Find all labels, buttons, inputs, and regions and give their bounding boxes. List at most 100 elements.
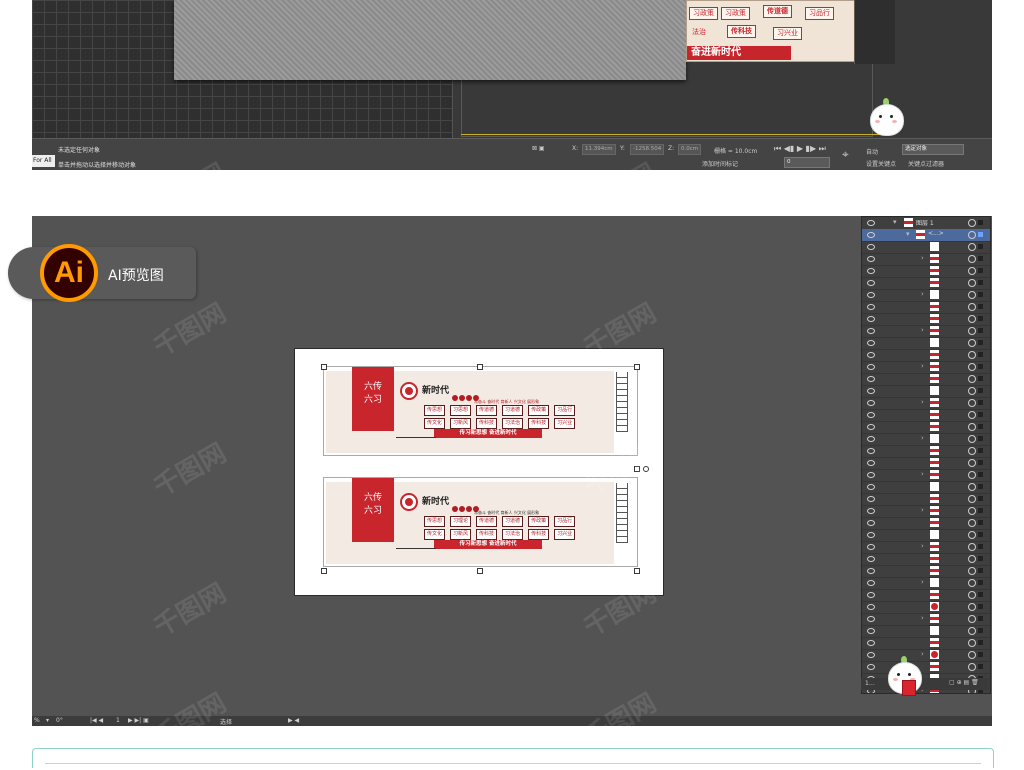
eye-icon[interactable] xyxy=(867,568,875,574)
eye-icon[interactable] xyxy=(867,352,875,358)
eye-icon[interactable] xyxy=(867,448,875,454)
eye-icon[interactable] xyxy=(867,532,875,538)
target-icon[interactable] xyxy=(968,543,976,551)
chevron-right-icon[interactable]: › xyxy=(921,614,924,622)
eye-icon[interactable] xyxy=(867,472,875,478)
selection-square[interactable] xyxy=(978,436,983,441)
target-icon[interactable] xyxy=(968,495,976,503)
target-icon[interactable] xyxy=(968,459,976,467)
target-icon[interactable] xyxy=(968,603,976,611)
eye-icon[interactable] xyxy=(867,628,875,634)
target-icon[interactable] xyxy=(968,399,976,407)
y-coord-field[interactable]: -1258.504 xyxy=(630,144,665,155)
playback-controls[interactable]: ⏮ ◀▮ ▶ ▮▶ ⏭ xyxy=(774,144,826,154)
eye-icon[interactable] xyxy=(867,436,875,442)
eye-icon[interactable] xyxy=(867,592,875,598)
selection-square[interactable] xyxy=(978,412,983,417)
selection-square[interactable] xyxy=(978,484,983,489)
target-icon[interactable] xyxy=(968,507,976,515)
chevron-right-icon[interactable]: › xyxy=(921,326,924,334)
selection-square[interactable] xyxy=(978,268,983,273)
frame-field[interactable]: 0 xyxy=(784,157,830,168)
eye-icon[interactable] xyxy=(867,220,875,226)
target-icon[interactable] xyxy=(968,231,976,239)
target-icon[interactable] xyxy=(968,555,976,563)
target-icon[interactable] xyxy=(968,279,976,287)
eye-icon[interactable] xyxy=(867,400,875,406)
rotation-readout[interactable]: 0° xyxy=(56,717,63,724)
layers-panel[interactable]: ▾ 图层 1 ▾ <...> › › › › › › › › › › › › › xyxy=(861,216,991,694)
selection-square[interactable] xyxy=(978,496,983,501)
eye-icon[interactable] xyxy=(867,388,875,394)
selection-handle[interactable] xyxy=(477,568,483,574)
selection-square[interactable] xyxy=(978,508,983,513)
selection-square[interactable] xyxy=(978,460,983,465)
selection-square[interactable] xyxy=(978,256,983,261)
eye-icon[interactable] xyxy=(867,316,875,322)
target-icon[interactable] xyxy=(968,327,976,335)
selection-square[interactable] xyxy=(978,604,983,609)
eye-icon[interactable] xyxy=(867,496,875,502)
selection-square[interactable] xyxy=(978,328,983,333)
chevron-right-icon[interactable]: › xyxy=(921,362,924,370)
key-filter-button[interactable]: 关键点过滤器 xyxy=(908,159,944,168)
selection-square[interactable] xyxy=(978,520,983,525)
eye-icon[interactable] xyxy=(867,244,875,250)
layer-name[interactable]: 图层 1 xyxy=(916,218,934,227)
for-all-field[interactable]: For All xyxy=(32,155,55,167)
target-icon[interactable] xyxy=(968,303,976,311)
artboard-nav-next[interactable]: ▶ ▶| ▣ xyxy=(128,717,149,724)
target-icon[interactable] xyxy=(968,255,976,263)
eye-icon[interactable] xyxy=(867,604,875,610)
selection-square[interactable] xyxy=(978,628,983,633)
selection-square[interactable] xyxy=(978,388,983,393)
target-icon[interactable] xyxy=(968,567,976,575)
chevron-down-icon[interactable]: ▾ xyxy=(46,717,49,724)
status-scroll-arrows[interactable]: ▶ ◀ xyxy=(288,717,299,724)
chevron-right-icon[interactable]: › xyxy=(921,254,924,262)
selection-square[interactable] xyxy=(978,316,983,321)
selection-square[interactable] xyxy=(978,652,983,657)
target-icon[interactable] xyxy=(968,651,976,659)
selection-square[interactable] xyxy=(978,400,983,405)
eye-icon[interactable] xyxy=(867,508,875,514)
target-icon[interactable] xyxy=(968,627,976,635)
eye-icon[interactable] xyxy=(867,544,875,550)
chevron-right-icon[interactable]: › xyxy=(921,578,924,586)
eye-icon[interactable] xyxy=(867,652,875,658)
x-coord-field[interactable]: 11.394cm xyxy=(582,144,616,155)
auto-key-button[interactable]: 自动 xyxy=(866,147,878,156)
target-icon[interactable] xyxy=(968,615,976,623)
target-icon[interactable] xyxy=(968,411,976,419)
selection-square[interactable] xyxy=(978,364,983,369)
eye-icon[interactable] xyxy=(867,424,875,430)
target-icon[interactable] xyxy=(968,387,976,395)
sublayer-name[interactable]: <...> xyxy=(928,230,944,237)
target-icon[interactable] xyxy=(968,267,976,275)
target-icon[interactable] xyxy=(968,291,976,299)
eye-icon[interactable] xyxy=(867,232,875,238)
target-icon[interactable] xyxy=(968,639,976,647)
eye-icon[interactable] xyxy=(867,520,875,526)
eye-icon[interactable] xyxy=(867,328,875,334)
target-icon[interactable] xyxy=(968,471,976,479)
selection-square[interactable] xyxy=(978,568,983,573)
chevron-right-icon[interactable]: › xyxy=(921,470,924,478)
selected-object-dropdown[interactable]: 选定对象 xyxy=(902,144,964,155)
eye-icon[interactable] xyxy=(867,268,875,274)
chevron-right-icon[interactable]: › xyxy=(921,506,924,514)
selection-square[interactable] xyxy=(978,544,983,549)
artboard[interactable]: 六传 六习 新时代 常奋斗 奋时代 育新人 兴文化 展形象 传思想 习思想 传道德习… xyxy=(295,349,663,595)
selection-handle[interactable] xyxy=(321,568,327,574)
target-icon[interactable] xyxy=(968,375,976,383)
eye-icon[interactable] xyxy=(867,640,875,646)
target-icon[interactable] xyxy=(968,579,976,587)
chevron-right-icon[interactable]: › xyxy=(921,290,924,298)
target-icon[interactable] xyxy=(968,363,976,371)
selection-square[interactable] xyxy=(978,220,983,225)
target-icon[interactable] xyxy=(968,519,976,527)
selection-handle[interactable] xyxy=(321,364,327,370)
eye-icon[interactable] xyxy=(867,364,875,370)
selection-handle[interactable] xyxy=(634,568,640,574)
selection-square[interactable] xyxy=(978,244,983,249)
